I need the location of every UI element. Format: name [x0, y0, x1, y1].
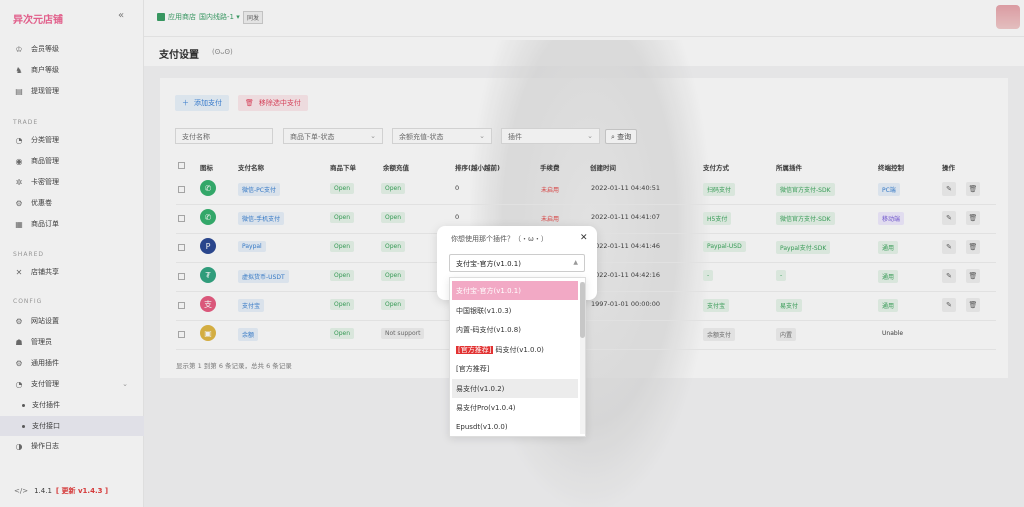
close-icon[interactable]: ✕: [580, 233, 588, 243]
scrollbar-thumb[interactable]: [580, 282, 585, 338]
plugin-option[interactable]: 易支付Pro(v1.0.4): [452, 398, 578, 417]
recommended-badge: [官方推荐]: [456, 345, 494, 354]
modal-title: 你想使用那个插件？（・ω・）: [451, 235, 548, 243]
plugin-option-label: 中国银联(v1.0.3): [456, 306, 512, 315]
plugin-dropdown[interactable]: 支付宝-官方(v1.0.1) ▲: [449, 254, 585, 272]
plugin-option[interactable]: 内置-码支付(v1.0.8): [452, 320, 578, 339]
plugin-option-label: 易支付Pro(v1.0.4): [456, 404, 516, 412]
plugin-option[interactable]: 易支付(v1.0.2): [452, 378, 578, 398]
plugin-option-label: 码支付(v1.0.0): [495, 345, 544, 354]
plugin-option-label: Epusdt(v1.0.0): [456, 422, 508, 431]
plugin-option[interactable]: [官方推荐] 码支付(v1.0.0): [452, 340, 578, 359]
plugin-option[interactable]: 支付宝-官方(v1.0.1): [452, 281, 578, 300]
plugin-option[interactable]: [官方推荐]: [452, 359, 578, 378]
chevron-up-icon: ▲: [573, 259, 578, 266]
plugin-option[interactable]: 中国银联(v1.0.3): [452, 301, 578, 320]
plugin-option[interactable]: Epusdt(v1.0.0): [452, 418, 578, 437]
scrollbar[interactable]: [580, 282, 585, 434]
plugin-option-label: 内置-码支付(v1.0.8): [456, 326, 521, 334]
plugin-dropdown-value: 支付宝-官方(v1.0.1): [456, 260, 521, 268]
plugin-option-label: [官方推荐]: [456, 365, 490, 373]
plugin-options-list: 支付宝-官方(v1.0.1) 中国银联(v1.0.3) 内置-码支付(v1.0.8)…: [449, 277, 586, 437]
plugin-option-label: 支付宝-官方(v1.0.1): [456, 287, 521, 295]
plugin-option-label: 易支付(v1.0.2): [456, 384, 505, 393]
